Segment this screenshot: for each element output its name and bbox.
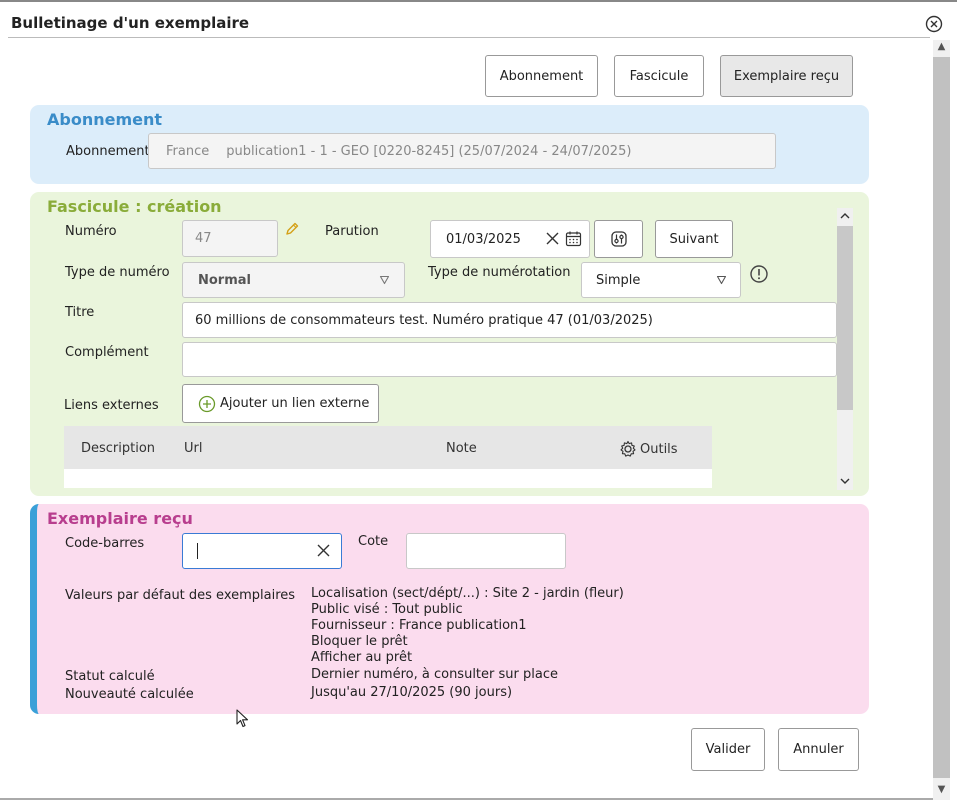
annuler-button[interactable]: Annuler — [778, 728, 859, 771]
abonnement-prefix: France — [166, 143, 210, 159]
info-alert-icon[interactable] — [749, 264, 769, 284]
defaults-label: Valeurs par défaut des exemplaires — [65, 588, 296, 603]
nouveaute-label: Nouveauté calculée — [65, 687, 194, 702]
codebarres-label: Code-barres — [65, 536, 145, 551]
liens-externes-label: Liens externes — [64, 398, 159, 413]
titre-label: Titre — [65, 305, 95, 320]
add-link-label: Ajouter un lien externe — [220, 396, 370, 411]
complement-label: Complément — [65, 345, 149, 360]
tools-button[interactable]: Outils — [619, 439, 678, 459]
default-fournisseur: Fournisseur : France publication1 — [311, 618, 527, 633]
abonnement-panel-title: Abonnement — [47, 110, 163, 129]
abonnement-label: Abonnement — [66, 144, 150, 159]
chevron-down-icon — [716, 274, 727, 285]
scroll-up-icon[interactable]: ▲ — [933, 41, 950, 52]
suivant-button[interactable]: Suivant — [655, 220, 733, 258]
valider-button[interactable]: Valider — [691, 728, 765, 771]
abonnement-field: France publication1 - 1 - GEO [0220-8245… — [148, 133, 776, 169]
type-numero-label: Type de numéro — [65, 265, 170, 280]
default-public: Public visé : Tout public — [311, 602, 463, 617]
clear-date-icon[interactable] — [545, 231, 560, 246]
fascicule-scroll-down-icon[interactable] — [837, 474, 853, 488]
cote-input[interactable] — [406, 533, 566, 569]
default-localisation: Localisation (sect/dépt/...) : Site 2 - … — [311, 586, 624, 601]
type-numero-value: Normal — [198, 272, 251, 288]
fascicule-button[interactable]: Fascicule — [614, 55, 704, 97]
pencil-icon[interactable] — [284, 221, 300, 237]
close-icon[interactable] — [925, 15, 943, 33]
statut-value: Dernier numéro, à consulter sur place — [311, 667, 558, 682]
type-numero-select: Normal — [182, 262, 405, 298]
exemplaire-button[interactable]: Exemplaire reçu — [720, 55, 853, 97]
parution-date-value: 01/03/2025 — [446, 231, 521, 247]
numero-field: 47 — [182, 220, 278, 257]
chevron-down-icon — [379, 274, 390, 285]
tools-label: Outils — [640, 441, 678, 457]
sliders-icon — [610, 231, 627, 247]
title-divider — [8, 37, 930, 38]
col-url: Url — [184, 441, 203, 456]
default-afficher: Afficher au prêt — [311, 650, 413, 665]
mouse-cursor-icon — [236, 709, 250, 729]
fascicule-scroll-up-icon[interactable] — [837, 209, 853, 223]
links-table-body — [64, 469, 712, 488]
type-numerotation-value: Simple — [596, 272, 641, 288]
statut-label: Statut calculé — [65, 669, 155, 684]
dialog-title: Bulletinage d'un exemplaire — [11, 14, 250, 32]
cote-label: Cote — [358, 534, 389, 549]
gear-icon — [620, 440, 636, 457]
abonnement-value: publication1 - 1 - GEO [0220-8245] (25/0… — [226, 143, 632, 159]
clear-codebarres-icon[interactable] — [316, 543, 331, 558]
fascicule-scrollbar-thumb[interactable] — [837, 226, 853, 410]
fascicule-panel-title: Fascicule : création — [47, 197, 222, 216]
col-note: Note — [446, 441, 477, 456]
exemplaire-panel-title: Exemplaire reçu — [47, 509, 193, 528]
date-settings-button[interactable] — [594, 220, 643, 258]
nouveaute-value: Jusqu'au 27/10/2025 (90 jours) — [311, 685, 513, 700]
links-table-header — [64, 426, 712, 469]
titre-input[interactable]: 60 millions de consommateurs test. Numér… — [182, 302, 837, 338]
scroll-down-icon[interactable]: ▼ — [933, 784, 950, 795]
add-circle-icon — [198, 395, 216, 412]
calendar-icon[interactable] — [565, 230, 582, 247]
type-numerotation-label: Type de numérotation — [428, 265, 571, 280]
default-bloquer: Bloquer le prêt — [311, 634, 408, 649]
dialog-scrollbar-thumb[interactable] — [933, 57, 950, 778]
col-description: Description — [81, 441, 156, 456]
text-caret — [197, 543, 198, 559]
abonnement-button[interactable]: Abonnement — [485, 55, 598, 97]
complement-input[interactable] — [182, 342, 837, 377]
add-link-button[interactable]: Ajouter un lien externe — [182, 384, 379, 423]
numero-label: Numéro — [65, 224, 117, 239]
bottom-divider — [0, 798, 933, 800]
parution-label: Parution — [325, 224, 379, 239]
